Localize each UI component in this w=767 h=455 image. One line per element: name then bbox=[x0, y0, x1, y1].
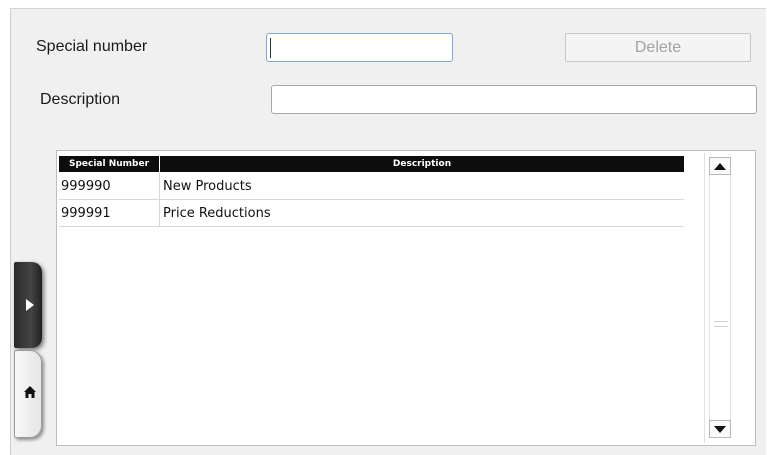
special-number-input[interactable] bbox=[266, 33, 453, 62]
column-header-special-number[interactable]: Special Number bbox=[59, 156, 160, 172]
description-label: Description bbox=[40, 91, 121, 108]
home-icon bbox=[24, 386, 36, 398]
delete-button[interactable]: Delete bbox=[565, 33, 751, 62]
cell-special-number: 999990 bbox=[59, 173, 160, 199]
cell-special-number: 999991 bbox=[59, 200, 160, 226]
vertical-scrollbar[interactable] bbox=[704, 153, 755, 443]
text-caret bbox=[270, 38, 271, 58]
scroll-down-button[interactable] bbox=[709, 420, 731, 438]
table-row[interactable]: 999990 New Products bbox=[59, 173, 684, 200]
home-tab[interactable] bbox=[14, 350, 42, 438]
special-number-label: Special number bbox=[36, 38, 148, 55]
play-icon bbox=[26, 299, 34, 311]
description-input[interactable] bbox=[271, 85, 757, 114]
arrow-down-icon bbox=[714, 425, 726, 433]
special-numbers-grid: Special Number Description 999990 New Pr… bbox=[56, 150, 756, 446]
arrow-up-icon bbox=[714, 162, 726, 170]
scroll-up-button[interactable] bbox=[709, 157, 731, 175]
scroll-track[interactable] bbox=[709, 175, 731, 420]
expand-panel-tab[interactable] bbox=[14, 262, 42, 348]
cell-description: New Products bbox=[163, 178, 252, 194]
scroll-grip-icon bbox=[714, 321, 728, 327]
cell-description: Price Reductions bbox=[163, 205, 271, 221]
column-header-description[interactable]: Description bbox=[160, 156, 684, 172]
table-row[interactable]: 999991 Price Reductions bbox=[59, 200, 684, 227]
grid-header: Special Number Description bbox=[59, 156, 684, 172]
